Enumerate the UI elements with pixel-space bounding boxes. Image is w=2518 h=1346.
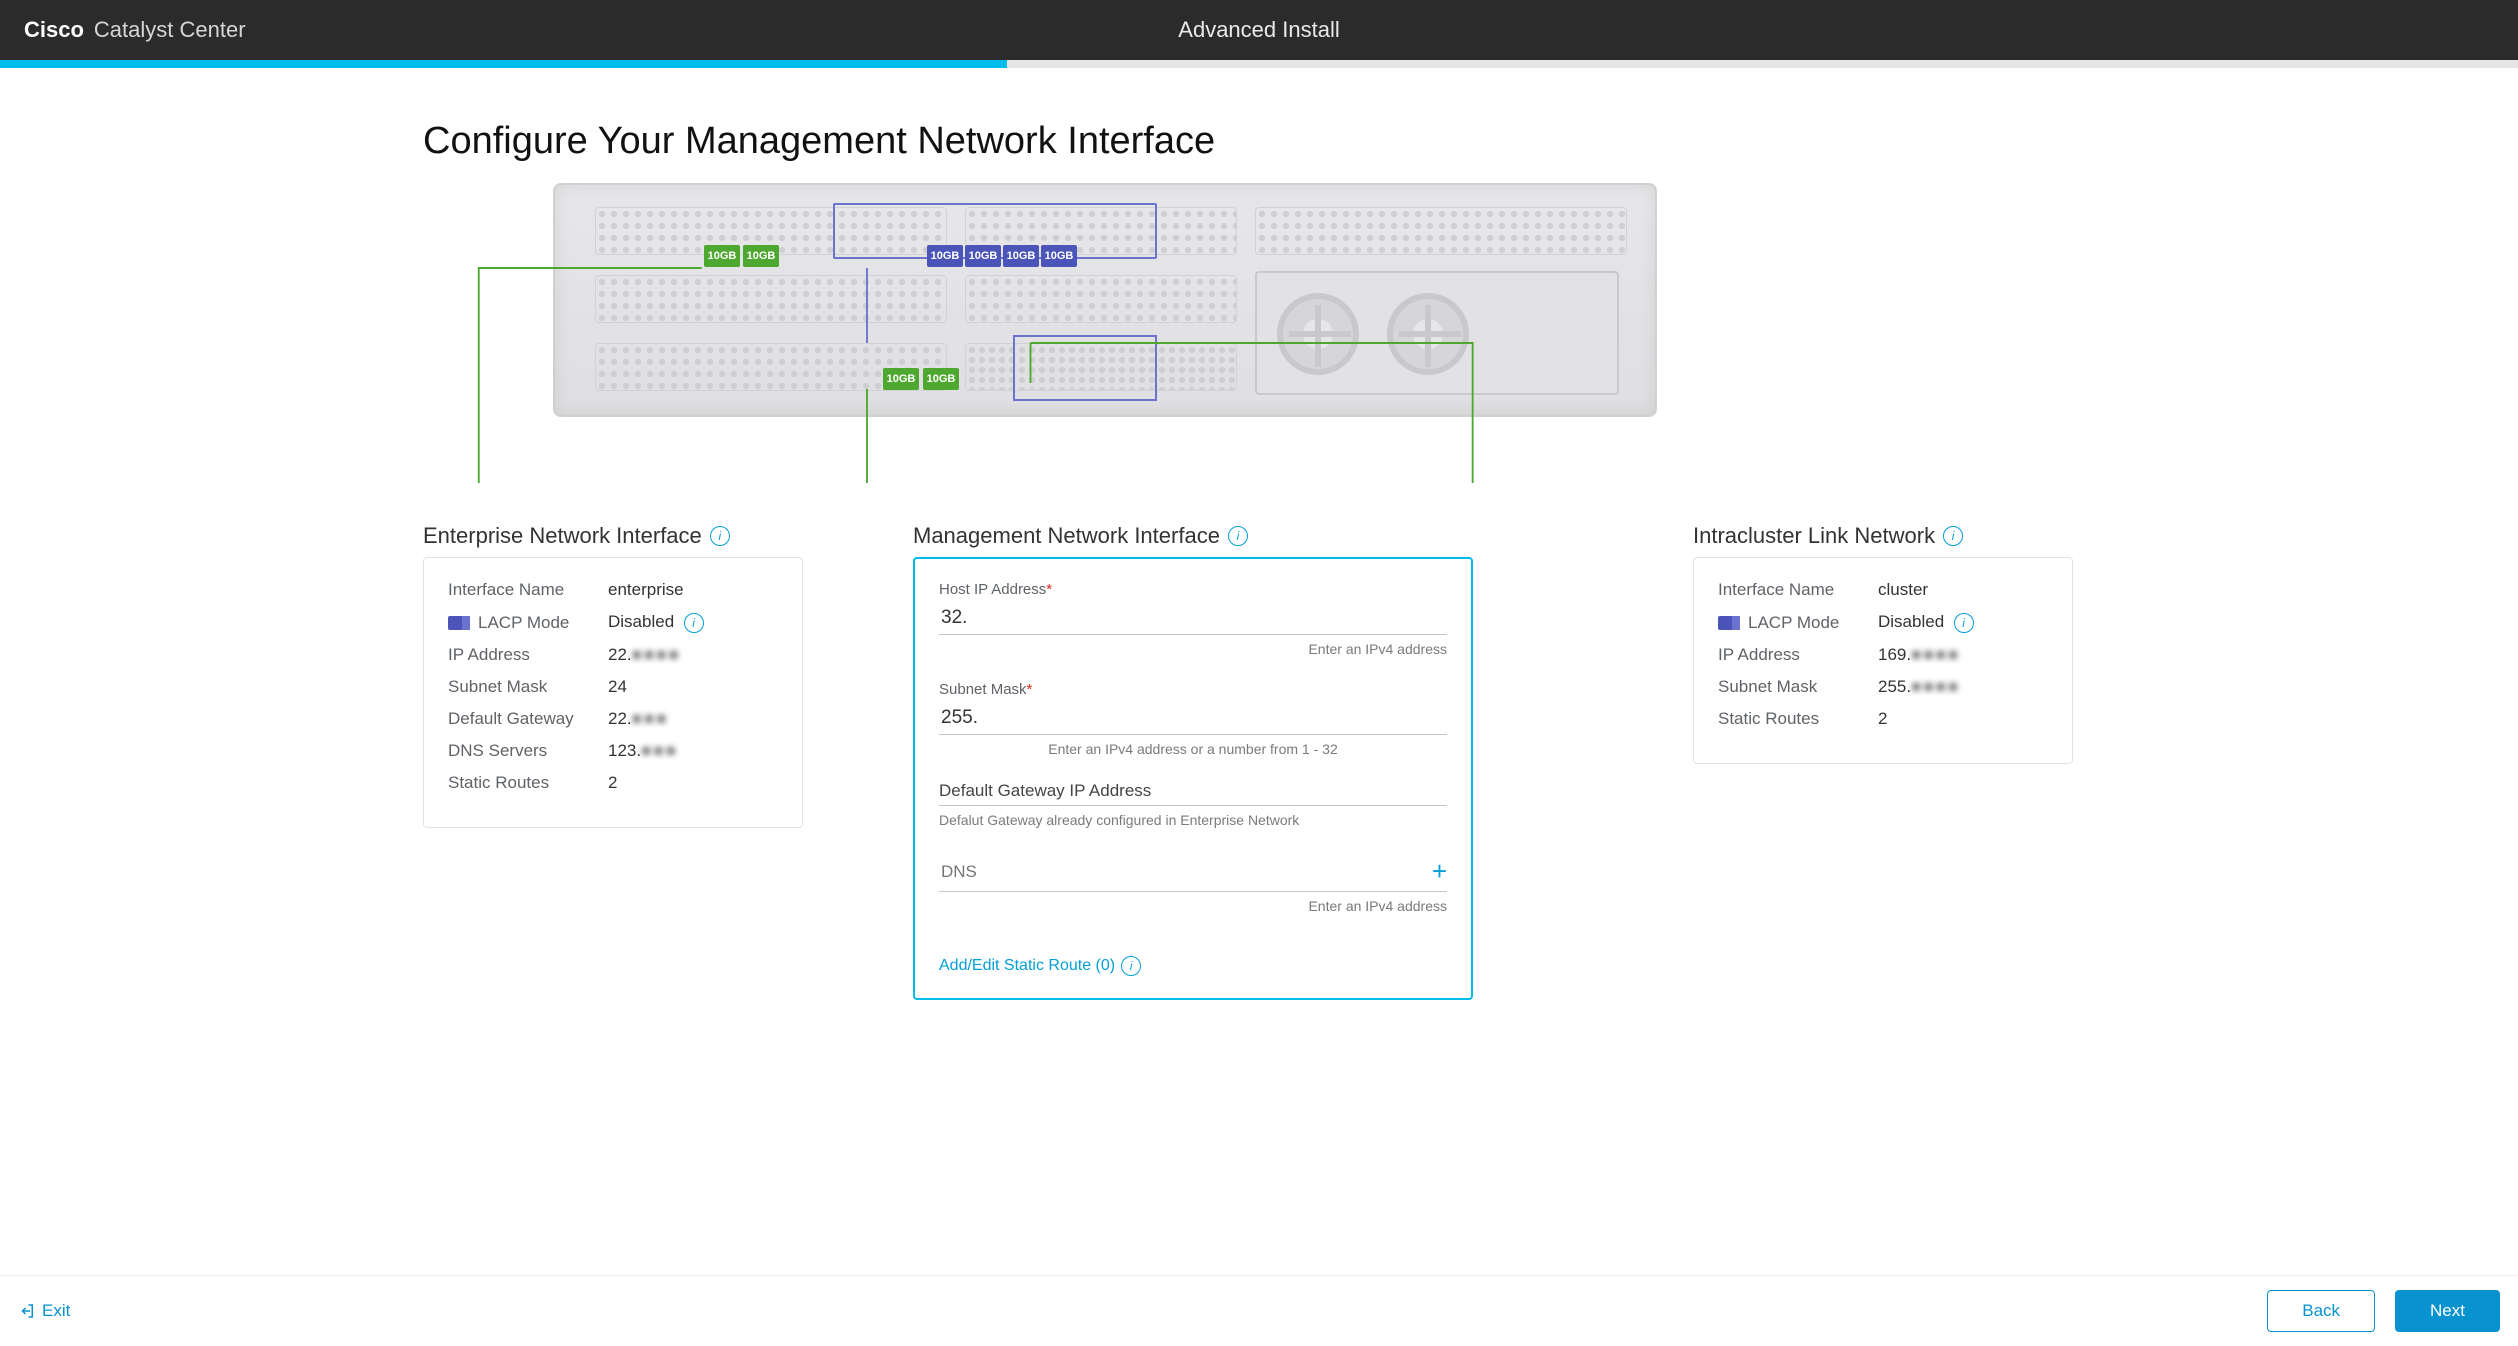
value-ip-address: 22.■■■■ — [608, 645, 681, 665]
port-highlight — [1013, 335, 1157, 401]
header-title: Advanced Install — [1178, 17, 1339, 43]
label-static-routes: Static Routes — [448, 773, 608, 793]
app-header: Cisco Catalyst Center Advanced Install — [0, 0, 2518, 60]
label-default-gateway: Default Gateway — [448, 709, 608, 729]
lacp-icon — [1718, 616, 1740, 630]
port-10gb-green: 10GB — [743, 245, 779, 267]
chassis-diagram: 10GB 10GB 10GB 10GB 10GB 10GB 10GB 10GB — [423, 183, 2095, 483]
hint-gateway: Defalut Gateway already configured in En… — [939, 812, 1447, 828]
label-lacp-mode: LACP Mode — [448, 613, 608, 633]
port-10gb-green: 10GB — [883, 368, 919, 390]
label-subnet-mask: Subnet Mask — [448, 677, 608, 697]
brand-bold: Cisco — [24, 17, 84, 43]
redacted: ■■■■ — [1911, 677, 1960, 696]
label-dns-servers: DNS Servers — [448, 741, 608, 761]
port-10gb-green: 10GB — [923, 368, 959, 390]
value-lacp-mode: Disabled i — [608, 612, 704, 633]
next-button[interactable]: Next — [2395, 1290, 2500, 1332]
chassis — [553, 183, 1657, 417]
enterprise-panel: Interface Name enterprise LACP Mode Disa… — [423, 557, 803, 828]
port-10gb-blue: 10GB — [1041, 245, 1077, 267]
value-ip-address: 169.■■■■ — [1878, 645, 1960, 665]
label-static-routes: Static Routes — [1718, 709, 1878, 729]
redacted: ■■■ — [641, 741, 678, 760]
footer: Exit Back Next — [0, 1275, 2518, 1346]
value-default-gateway: 22.■■■ — [608, 709, 668, 729]
fan-icon — [1277, 293, 1359, 375]
brand: Cisco Catalyst Center — [0, 17, 246, 43]
info-icon[interactable]: i — [1954, 613, 1974, 633]
management-title: Management Network Interface i — [913, 523, 1473, 549]
cluster-column: Intracluster Link Network i Interface Na… — [1693, 523, 2073, 1000]
info-icon[interactable]: i — [1121, 956, 1141, 976]
exit-button[interactable]: Exit — [18, 1301, 70, 1321]
info-icon[interactable]: i — [710, 526, 730, 546]
label-interface-name: Interface Name — [448, 580, 608, 600]
value-interface-name: enterprise — [608, 580, 684, 600]
label-ip-address: IP Address — [448, 645, 608, 665]
info-icon[interactable]: i — [684, 613, 704, 633]
value-lacp-mode: Disabled i — [1878, 612, 1974, 633]
management-title-text: Management Network Interface — [913, 523, 1220, 549]
exit-icon — [18, 1302, 36, 1320]
chassis-grill — [1255, 207, 1627, 255]
value-dns-servers: 123.■■■ — [608, 741, 678, 761]
hint-dns: Enter an IPv4 address — [939, 898, 1447, 914]
brand-light: Catalyst Center — [94, 17, 246, 43]
cluster-panel: Interface Name cluster LACP Mode Disable… — [1693, 557, 2073, 764]
value-static-routes[interactable]: 2 — [1878, 709, 1887, 729]
hint-host-ip: Enter an IPv4 address — [939, 641, 1447, 657]
hint-subnet: Enter an IPv4 address or a number from 1… — [939, 741, 1447, 757]
field-host-ip: Host IP Address* Enter an IPv4 address — [939, 581, 1447, 657]
input-host-ip[interactable] — [939, 606, 1447, 630]
label-interface-name: Interface Name — [1718, 580, 1878, 600]
fan-icon — [1387, 293, 1469, 375]
page-title: Configure Your Management Network Interf… — [423, 120, 2159, 163]
label-subnet-mask: Subnet Mask — [1718, 677, 1878, 697]
port-10gb-green: 10GB — [704, 245, 740, 267]
redacted: ■■■■ — [1911, 645, 1960, 664]
power-supply — [1255, 271, 1619, 395]
input-dns[interactable] — [939, 861, 1432, 883]
chassis-grill — [965, 275, 1237, 323]
progress-fill — [0, 60, 1007, 68]
info-icon[interactable]: i — [1228, 526, 1248, 546]
label-subnet: Subnet Mask* — [939, 681, 1447, 698]
redacted: ■■■ — [632, 709, 669, 728]
value-static-routes[interactable]: 2 — [608, 773, 617, 793]
field-subnet: Subnet Mask* Enter an IPv4 address or a … — [939, 681, 1447, 757]
port-10gb-blue: 10GB — [965, 245, 1001, 267]
cluster-title-text: Intracluster Link Network — [1693, 523, 1935, 549]
management-column: Management Network Interface i Host IP A… — [913, 523, 1473, 1000]
cluster-title: Intracluster Link Network i — [1693, 523, 2073, 549]
redacted: ■■■■ — [632, 645, 681, 664]
input-subnet[interactable] — [939, 706, 1447, 730]
value-interface-name: cluster — [1878, 580, 1928, 600]
add-dns-button[interactable]: + — [1432, 856, 1447, 887]
add-edit-static-route-link[interactable]: Add/Edit Static Route (0) i — [939, 956, 1141, 976]
enterprise-column: Enterprise Network Interface i Interface… — [423, 523, 803, 1000]
field-dns: + Enter an IPv4 address — [939, 852, 1447, 914]
label-gateway: Default Gateway IP Address — [939, 781, 1447, 801]
field-gateway: Default Gateway IP Address Defalut Gatew… — [939, 781, 1447, 828]
progress-bar — [0, 60, 2518, 68]
lacp-icon — [448, 616, 470, 630]
management-panel: Host IP Address* Enter an IPv4 address S… — [913, 557, 1473, 1000]
exit-label: Exit — [42, 1301, 70, 1321]
label-lacp-mode: LACP Mode — [1718, 613, 1878, 633]
enterprise-title: Enterprise Network Interface i — [423, 523, 803, 549]
value-subnet-mask: 255.■■■■ — [1878, 677, 1960, 697]
label-ip-address: IP Address — [1718, 645, 1878, 665]
back-button[interactable]: Back — [2267, 1290, 2375, 1332]
label-host-ip: Host IP Address* — [939, 581, 1447, 598]
info-icon[interactable]: i — [1943, 526, 1963, 546]
enterprise-title-text: Enterprise Network Interface — [423, 523, 702, 549]
chassis-grill — [595, 275, 947, 323]
interface-columns: Enterprise Network Interface i Interface… — [423, 523, 2159, 1000]
value-subnet-mask: 24 — [608, 677, 627, 697]
port-10gb-blue: 10GB — [1003, 245, 1039, 267]
port-10gb-blue: 10GB — [927, 245, 963, 267]
